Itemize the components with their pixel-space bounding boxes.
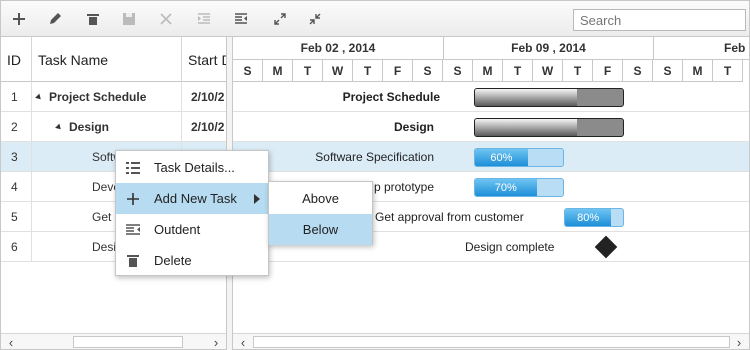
grid-horizontal-scrollbar[interactable]: ‹ › xyxy=(1,333,226,349)
task-start-date: 2/10/2 xyxy=(191,90,225,104)
menu-item-delete[interactable]: Delete xyxy=(116,245,268,276)
menu-item-label: Delete xyxy=(154,253,192,268)
task-bar[interactable]: 60% xyxy=(474,148,564,167)
add-icon xyxy=(126,192,140,206)
chart-row[interactable]: Project Schedule xyxy=(233,82,749,112)
menu-item-task-details[interactable]: Task Details... xyxy=(116,152,268,183)
scroll-right-icon[interactable]: › xyxy=(208,334,224,349)
day-header: M xyxy=(683,60,713,82)
task-id: 1 xyxy=(1,82,32,112)
column-header-task-name[interactable]: Task Name xyxy=(32,37,182,82)
bar-label: Get approval from customer xyxy=(375,210,524,224)
task-bar[interactable]: 80% xyxy=(564,208,624,227)
scrollbar-thumb[interactable] xyxy=(253,336,730,348)
scroll-left-icon[interactable]: ‹ xyxy=(3,334,19,349)
collapse-arrow-icon[interactable] xyxy=(35,93,43,101)
task-name: Design xyxy=(69,120,110,134)
week-header: Feb 09 , 2014 xyxy=(444,37,654,60)
task-details-icon xyxy=(126,161,140,175)
chart-row[interactable]: Software Specification 60% xyxy=(233,142,749,172)
menu-item-label: Add New Task xyxy=(154,191,237,206)
bar-label: Design complete xyxy=(465,240,555,254)
add-new-task-submenu: Above Below xyxy=(268,181,373,245)
edit-icon[interactable] xyxy=(44,8,66,30)
save-icon[interactable] xyxy=(118,8,140,30)
menu-item-label: Task Details... xyxy=(154,160,235,175)
collapse-arrow-icon[interactable] xyxy=(55,123,63,131)
expand-all-icon[interactable] xyxy=(269,8,291,30)
day-header: M xyxy=(263,60,293,82)
task-name: Project Schedule xyxy=(49,90,147,104)
day-header: F xyxy=(593,60,623,82)
day-header: M xyxy=(473,60,503,82)
day-header: S xyxy=(413,60,443,82)
chart-horizontal-scrollbar[interactable]: ‹ › xyxy=(233,333,749,349)
day-header: W xyxy=(533,60,563,82)
summary-task-bar[interactable] xyxy=(474,88,624,107)
scrollbar-thumb[interactable] xyxy=(73,336,183,348)
outdent-icon xyxy=(126,223,140,237)
context-menu: Task Details... Add New Task Outdent Del… xyxy=(115,150,269,276)
task-id: 4 xyxy=(1,172,32,202)
add-icon[interactable] xyxy=(8,8,30,30)
chart-row[interactable]: Design xyxy=(233,112,749,142)
delete-icon xyxy=(126,254,140,268)
table-row[interactable]: 1 Project Schedule 2/10/2 xyxy=(1,82,226,112)
day-header: S xyxy=(623,60,653,82)
menu-item-add-new-task[interactable]: Add New Task xyxy=(116,183,268,214)
summary-task-bar[interactable] xyxy=(474,118,624,137)
bar-label: Project Schedule xyxy=(342,90,440,104)
day-header: S xyxy=(233,60,263,82)
menu-item-above[interactable]: Above xyxy=(269,183,372,214)
day-header: T xyxy=(563,60,593,82)
menu-item-below[interactable]: Below xyxy=(269,214,372,245)
task-id: 6 xyxy=(1,232,32,262)
menu-item-outdent[interactable]: Outdent xyxy=(116,214,268,245)
task-id: 3 xyxy=(1,142,32,172)
menu-item-label: Outdent xyxy=(154,222,201,237)
column-header-start-date[interactable]: Start D xyxy=(182,37,226,82)
task-start-date: 2/10/2 xyxy=(191,120,225,134)
progress-label: 70% xyxy=(475,179,537,196)
delete-icon[interactable] xyxy=(82,8,104,30)
scroll-right-icon[interactable]: › xyxy=(731,334,747,349)
progress-label: 60% xyxy=(475,149,528,166)
indent-icon[interactable] xyxy=(193,8,215,30)
day-header: F xyxy=(383,60,413,82)
scroll-left-icon[interactable]: ‹ xyxy=(235,334,251,349)
cancel-icon[interactable] xyxy=(155,8,177,30)
column-header-id[interactable]: ID xyxy=(1,37,32,82)
bar-label: Design xyxy=(393,120,434,134)
task-id: 5 xyxy=(1,202,32,232)
collapse-all-icon[interactable] xyxy=(304,8,326,30)
milestone-diamond-icon[interactable] xyxy=(594,235,618,259)
bar-label: Software Specification xyxy=(315,150,434,164)
toolbar xyxy=(0,0,750,37)
day-header: S xyxy=(443,60,473,82)
search-input[interactable] xyxy=(573,9,746,31)
task-name-cell: Design xyxy=(32,112,182,142)
day-header: T xyxy=(503,60,533,82)
week-header: Feb 1 xyxy=(654,37,749,60)
task-name-cell: Project Schedule xyxy=(32,82,182,112)
task-bar[interactable]: 70% xyxy=(474,178,564,197)
week-header: Feb 02 , 2014 xyxy=(233,37,444,60)
bar-label: p prototype xyxy=(373,180,434,194)
grid-header: ID Task Name Start D xyxy=(1,37,226,82)
day-header: W xyxy=(323,60,353,82)
task-id: 2 xyxy=(1,112,32,142)
day-header: T xyxy=(353,60,383,82)
submenu-arrow-icon xyxy=(254,194,260,204)
day-header: T xyxy=(293,60,323,82)
outdent-icon[interactable] xyxy=(230,8,252,30)
day-header: S xyxy=(653,60,683,82)
progress-label: 80% xyxy=(565,209,612,226)
day-header: T xyxy=(713,60,743,82)
table-row[interactable]: 2 Design 2/10/2 xyxy=(1,112,226,142)
